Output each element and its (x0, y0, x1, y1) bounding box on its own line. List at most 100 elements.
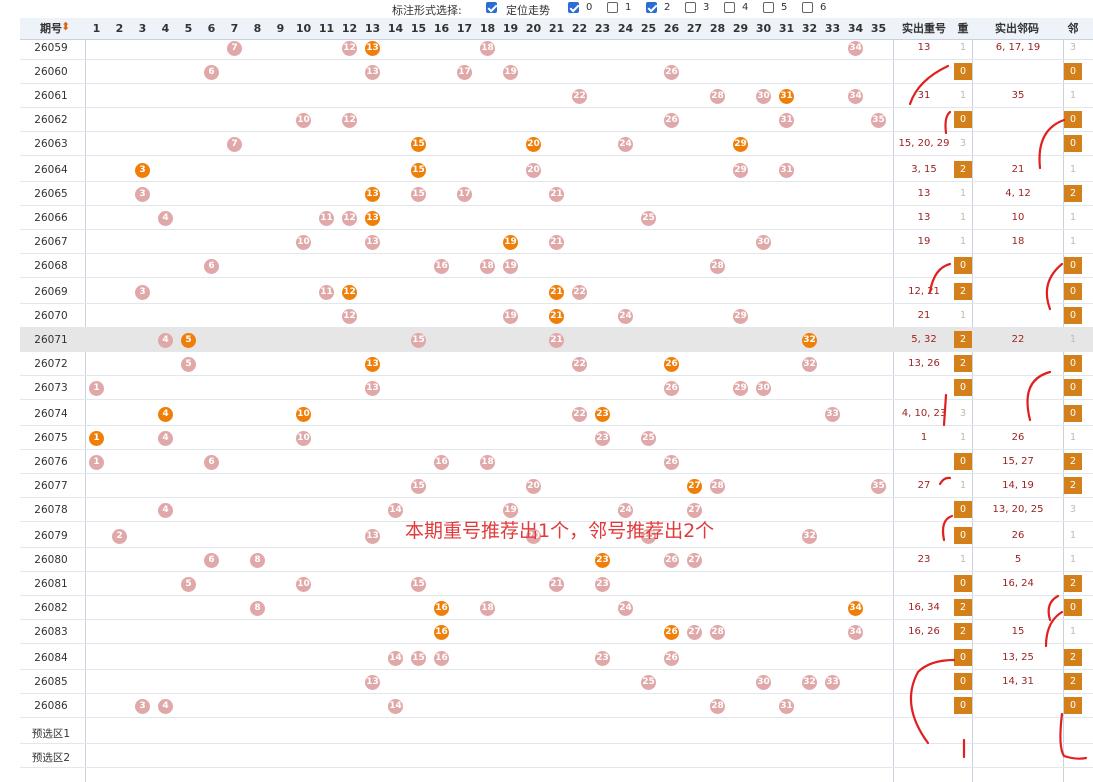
period-cell: 26064 (34, 164, 68, 176)
number-ball: 22 (572, 284, 587, 300)
repeat-count-cell: 2 (954, 331, 972, 348)
period-cell: 26076 (34, 456, 68, 468)
number-ball: 12 (342, 112, 357, 128)
preselect-row[interactable] (20, 720, 1093, 744)
neighbor-count-cell: 2 (1064, 453, 1082, 470)
neighbor-count-cell: 2 (1064, 185, 1082, 202)
neighbor-numbers-cell: 35 (1011, 90, 1025, 101)
period-cell: 26065 (34, 188, 68, 200)
number-ball: 13 (365, 234, 380, 250)
repeat-number-ball: 34 (848, 600, 863, 616)
number-ball: 28 (710, 88, 725, 104)
number-ball: 19 (503, 308, 518, 324)
repeat-count-cell: 1 (959, 554, 967, 565)
neighbor-count-cell: 0 (1064, 697, 1082, 714)
number-ball: 30 (756, 674, 771, 690)
number-ball: 16 (434, 650, 449, 666)
repeat-count-cell: 1 (959, 42, 967, 53)
period-cell: 26068 (34, 260, 68, 272)
neighbor-count-cell: 3 (1069, 42, 1077, 53)
neighbor-numbers-cell: 21 (1011, 164, 1025, 175)
neighbor-count-cell: 2 (1064, 477, 1082, 494)
number-ball: 29 (733, 162, 748, 178)
preselect-label: 预选区1 (31, 728, 71, 740)
repeat-numbers-cell: 1 (920, 432, 928, 443)
number-ball: 6 (204, 258, 219, 274)
number-ball: 13 (365, 674, 380, 690)
repeat-number-ball: 21 (549, 284, 564, 300)
number-ball: 4 (158, 502, 173, 518)
table-row (20, 646, 1093, 670)
number-ball: 33 (825, 674, 840, 690)
period-cell: 26063 (34, 138, 68, 150)
repeat-numbers-cell: 13 (917, 42, 931, 53)
neighbor-numbers-cell: 16, 24 (1002, 578, 1034, 589)
table-row (20, 108, 1093, 132)
repeat-count-cell: 1 (959, 212, 967, 223)
period-cell: 26086 (34, 700, 68, 712)
number-ball: 14 (388, 698, 403, 714)
repeat-count-cell: 0 (954, 575, 972, 592)
neighbor-numbers-cell: 14, 19 (1002, 480, 1034, 491)
number-ball: 24 (618, 600, 633, 616)
number-ball: 26 (664, 454, 679, 470)
repeat-numbers-cell: 19 (917, 236, 931, 247)
number-ball: 32 (802, 356, 817, 372)
repeat-number-ball: 13 (365, 40, 380, 56)
number-ball: 17 (457, 64, 472, 80)
repeat-numbers-cell: 13 (917, 188, 931, 199)
repeat-number-ball: 3 (135, 162, 150, 178)
period-cell: 26079 (34, 530, 68, 542)
period-cell: 26075 (34, 432, 68, 444)
repeat-count-cell: 0 (954, 63, 972, 80)
number-ball: 20 (526, 478, 541, 494)
number-ball: 12 (342, 40, 357, 56)
neighbor-count-cell: 2 (1064, 649, 1082, 666)
number-ball: 15 (411, 186, 426, 202)
neighbor-count-cell: 1 (1069, 164, 1077, 175)
repeat-numbers-cell: 4, 10, 23 (901, 408, 947, 419)
number-ball: 15 (411, 478, 426, 494)
number-ball: 26 (664, 650, 679, 666)
number-ball: 28 (710, 478, 725, 494)
number-ball: 3 (135, 284, 150, 300)
repeat-count-cell: 0 (954, 111, 972, 128)
repeat-number-ball: 32 (802, 332, 817, 348)
number-ball: 18 (480, 258, 495, 274)
repeat-number-ball: 20 (526, 136, 541, 152)
repeat-count-cell: 0 (954, 501, 972, 518)
repeat-number-ball: 13 (365, 186, 380, 202)
repeat-number-ball: 16 (434, 600, 449, 616)
neighbor-count-cell: 1 (1069, 334, 1077, 345)
number-ball: 31 (779, 162, 794, 178)
number-ball: 14 (388, 502, 403, 518)
period-cell: 26081 (34, 578, 68, 590)
period-cell: 26066 (34, 212, 68, 224)
number-ball: 31 (779, 698, 794, 714)
repeat-count-cell: 3 (959, 138, 967, 149)
number-ball: 32 (802, 674, 817, 690)
repeat-numbers-cell: 31 (917, 90, 931, 101)
number-ball: 19 (503, 64, 518, 80)
number-ball: 5 (181, 576, 196, 592)
table-row (20, 670, 1093, 694)
period-cell: 26084 (34, 652, 68, 664)
repeat-number-ball: 15 (411, 162, 426, 178)
number-ball: 1 (89, 380, 104, 396)
neighbor-numbers-cell: 6, 17, 19 (995, 42, 1041, 53)
number-ball: 6 (204, 64, 219, 80)
number-ball: 4 (158, 698, 173, 714)
number-ball: 34 (848, 40, 863, 56)
number-ball: 7 (227, 136, 242, 152)
neighbor-numbers-cell: 26 (1011, 432, 1025, 443)
number-ball: 25 (641, 430, 656, 446)
number-ball: 28 (710, 698, 725, 714)
repeat-count-cell: 1 (959, 236, 967, 247)
preselect-row[interactable] (20, 744, 1093, 768)
period-cell: 26070 (34, 310, 68, 322)
number-ball: 21 (549, 186, 564, 202)
neighbor-count-cell: 1 (1069, 432, 1077, 443)
sort-icon[interactable]: ⬍ (61, 20, 70, 33)
repeat-count-cell: 1 (959, 310, 967, 321)
number-ball: 15 (411, 332, 426, 348)
